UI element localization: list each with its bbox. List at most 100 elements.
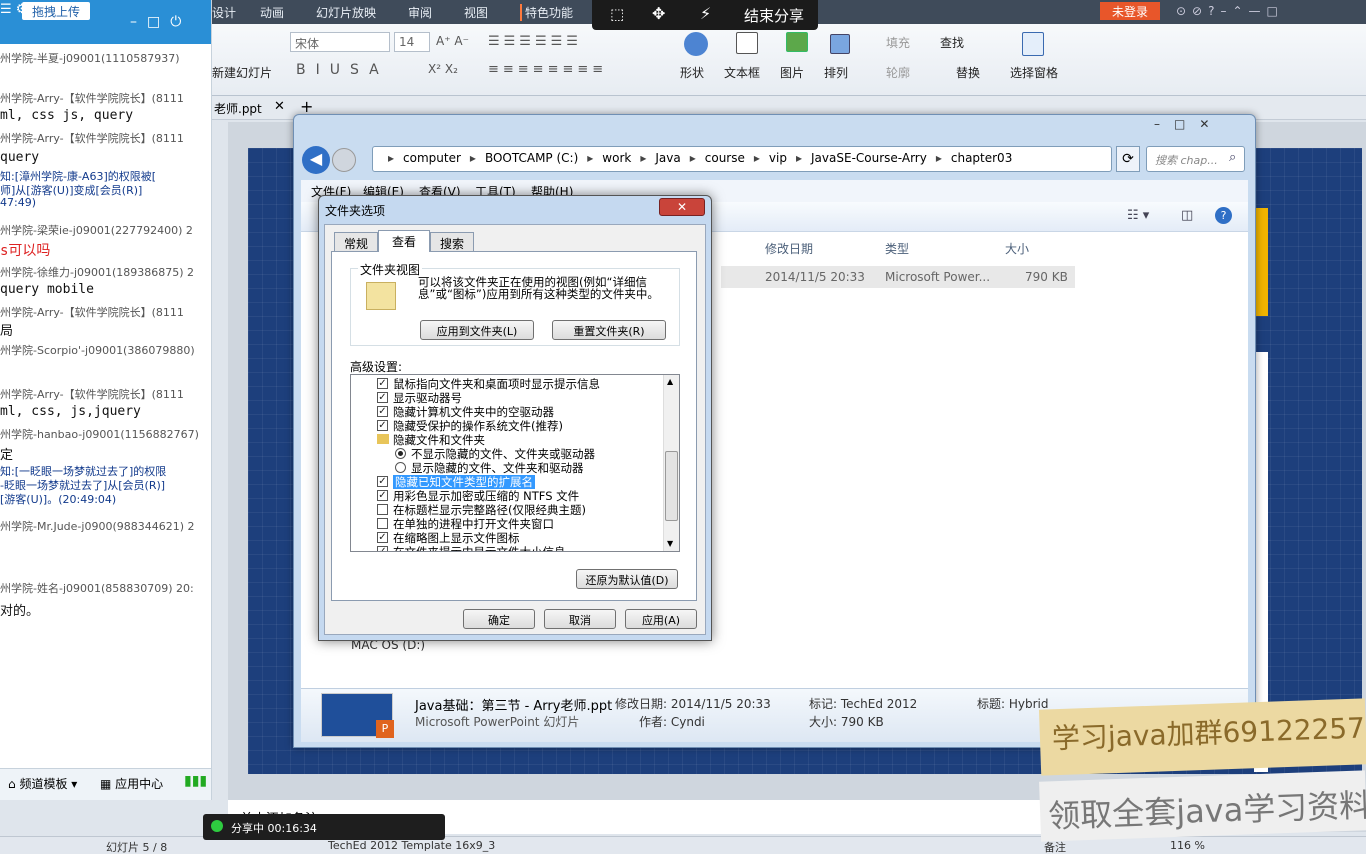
advanced-setting-item[interactable]: 在标题栏显示完整路径(仅限经典主题) — [353, 503, 659, 517]
apply-button[interactable]: 应用(A) — [625, 609, 697, 629]
picture-button[interactable]: 图片 — [780, 64, 804, 81]
checkbox[interactable] — [377, 518, 388, 529]
search-input[interactable]: 搜索 chap... ⌕ — [1146, 146, 1245, 172]
radio-button[interactable] — [395, 448, 406, 459]
checkbox[interactable]: ✓ — [377, 532, 388, 543]
advanced-setting-item[interactable]: 显示隐藏的文件、文件夹和驱动器 — [353, 461, 659, 475]
pen-icon[interactable]: ⚡ — [700, 4, 711, 23]
checkbox[interactable]: ✓ — [377, 406, 388, 417]
preview-pane-icon[interactable]: ◫ — [1181, 208, 1193, 223]
tab-special[interactable]: 特色功能 — [520, 4, 573, 21]
tab-design[interactable]: 设计 — [212, 4, 236, 21]
checkbox[interactable]: ✓ — [377, 490, 388, 501]
address-bar[interactable]: ▸ computer ▸ BOOTCAMP (C:) ▸ work ▸ Java ▸ course… — [372, 146, 1112, 172]
chat-window-controls-icon[interactable]: –□⏻ — [130, 14, 191, 30]
radio-button[interactable] — [395, 462, 406, 473]
channel-template-button[interactable]: ⌂ 频道模板 ▾ — [8, 775, 77, 792]
breadcrumb-separator-icon[interactable]: ▸ — [388, 151, 394, 165]
breadcrumb-item[interactable]: vip — [769, 151, 787, 165]
superscript-icon[interactable]: X² X₂ — [428, 62, 458, 76]
column-type[interactable]: 类型 — [885, 240, 909, 257]
checkbox[interactable] — [377, 504, 388, 515]
column-size[interactable]: 大小 — [1005, 240, 1029, 257]
textbox-button[interactable]: 文本框 — [724, 64, 760, 81]
find-button[interactable]: 查找 — [940, 34, 964, 51]
login-button[interactable]: 未登录 — [1100, 2, 1160, 20]
shape-button[interactable]: 形状 — [680, 64, 704, 81]
tab-animation[interactable]: 动画 — [260, 4, 284, 21]
breadcrumb-separator-icon[interactable]: ▸ — [936, 151, 942, 165]
font-name-select[interactable]: 宋体 — [290, 32, 390, 52]
tab-search[interactable]: 搜索 — [430, 232, 474, 252]
breadcrumb-item[interactable]: BOOTCAMP (C:) — [485, 151, 578, 165]
advanced-setting-item[interactable]: ✓ 隐藏已知文件类型的扩展名 — [353, 475, 659, 489]
region-icon[interactable]: ⬚ — [610, 5, 624, 23]
advanced-setting-item[interactable]: ✓ 鼠标指向文件夹和桌面项时显示提示信息 — [353, 377, 659, 391]
window-controls-icon[interactable]: ⊙⊘?–⌃—□ — [1176, 4, 1284, 18]
breadcrumb-separator-icon[interactable]: ▸ — [796, 151, 802, 165]
scroll-thumb[interactable] — [665, 451, 678, 521]
font-style-icon[interactable]: BIUSA — [296, 62, 389, 78]
checkbox[interactable]: ✓ — [377, 476, 388, 487]
breadcrumb-separator-icon[interactable]: ▸ — [587, 151, 593, 165]
app-center-button[interactable]: ▦ 应用中心 — [100, 775, 163, 792]
advanced-setting-item[interactable]: 在单独的进程中打开文件夹窗口 — [353, 517, 659, 531]
tab-view[interactable]: 视图 — [464, 4, 488, 21]
align-icon[interactable]: ≡≡≡≡≡≡≡≡ — [488, 62, 607, 77]
end-share-button[interactable]: 结束分享 — [744, 5, 804, 26]
breadcrumb-separator-icon[interactable]: ▸ — [754, 151, 760, 165]
advanced-setting-item[interactable]: ✓ 隐藏受保护的操作系统文件(推荐) — [353, 419, 659, 433]
replace-button[interactable]: 替换 — [956, 64, 980, 81]
breadcrumb-item[interactable]: course — [705, 151, 745, 165]
advanced-setting-item[interactable]: ✓ 在缩略图上显示文件图标 — [353, 531, 659, 545]
advanced-setting-item[interactable]: ✓ 隐藏计算机文件夹中的空驱动器 — [353, 405, 659, 419]
arrange-icon[interactable] — [830, 34, 850, 54]
forward-icon[interactable] — [332, 148, 356, 172]
tab-view[interactable]: 查看 — [378, 230, 430, 252]
breadcrumb-separator-icon[interactable]: ▸ — [640, 151, 646, 165]
help-icon[interactable]: ? — [1215, 207, 1232, 224]
restore-defaults-button[interactable]: 还原为默认值(D) — [576, 569, 678, 589]
picture-icon[interactable] — [786, 32, 808, 52]
breadcrumb-separator-icon[interactable]: ▸ — [470, 151, 476, 165]
breadcrumb-item[interactable]: work — [602, 151, 631, 165]
advanced-settings-list[interactable]: ✓ 鼠标指向文件夹和桌面项时显示提示信息 ✓ 显示驱动器号 ✓ 隐藏计算机文件夹中的空驱动… — [350, 374, 680, 552]
file-row[interactable]: 2014/11/5 20:33 Microsoft Power... 790 K… — [721, 266, 1075, 288]
view-options-icon[interactable]: ☷ ▾ — [1127, 208, 1149, 223]
status-zoom[interactable]: 116 % — [1170, 839, 1205, 852]
outline-button[interactable]: 轮廓 — [886, 64, 910, 81]
breadcrumb-separator-icon[interactable]: ▸ — [690, 151, 696, 165]
new-slide-button[interactable]: 新建幻灯片 — [212, 64, 272, 81]
doc-tab[interactable]: 老师.ppt — [214, 100, 262, 117]
explorer-window-controls-icon[interactable]: –□✕ — [1154, 117, 1223, 131]
checkbox[interactable]: ✓ — [377, 420, 388, 431]
tab-general[interactable]: 常规 — [334, 232, 378, 252]
advanced-setting-item[interactable]: ✓ 用彩色显示加密或压缩的 NTFS 文件 — [353, 489, 659, 503]
shape-icon[interactable] — [684, 32, 708, 56]
close-tab-icon[interactable]: ✕ — [274, 99, 285, 114]
reset-folders-button[interactable]: 重置文件夹(R) — [552, 320, 666, 340]
breadcrumb-item[interactable]: JavaSE-Course-Arry — [811, 151, 927, 165]
list-icon[interactable]: ☰☰☰☰☰☰ — [488, 34, 582, 49]
ok-button[interactable]: 确定 — [463, 609, 535, 629]
arrange-button[interactable]: 排列 — [824, 64, 848, 81]
scroll-down-icon[interactable]: ▼ — [667, 539, 673, 548]
advanced-setting-item[interactable]: 隐藏文件和文件夹 — [353, 433, 659, 447]
fill-button[interactable]: 填充 — [886, 34, 910, 51]
font-size-select[interactable]: 14 — [394, 32, 430, 52]
breadcrumb-item[interactable]: chapter03 — [951, 151, 1012, 165]
textbox-icon[interactable] — [736, 32, 758, 54]
select-pane-icon[interactable] — [1022, 32, 1044, 56]
refresh-icon[interactable]: ⟳ — [1116, 146, 1140, 172]
tab-review[interactable]: 审阅 — [408, 4, 432, 21]
dialog-close-icon[interactable]: ✕ — [659, 198, 705, 216]
list-scrollbar[interactable]: ▲ ▼ — [663, 375, 679, 551]
select-pane-button[interactable]: 选择窗格 — [1010, 64, 1058, 81]
move-icon[interactable]: ✥ — [652, 4, 665, 23]
drag-upload-button[interactable]: 拖拽上传 — [22, 2, 90, 20]
font-grow-icon[interactable]: A⁺ A⁻ — [436, 34, 469, 48]
breadcrumb-item[interactable]: computer — [403, 151, 461, 165]
advanced-setting-item[interactable]: ✓ 在文件夹提示中显示文件大小信息 — [353, 545, 659, 551]
scroll-up-icon[interactable]: ▲ — [667, 377, 673, 386]
back-icon[interactable]: ◀ — [302, 146, 330, 174]
